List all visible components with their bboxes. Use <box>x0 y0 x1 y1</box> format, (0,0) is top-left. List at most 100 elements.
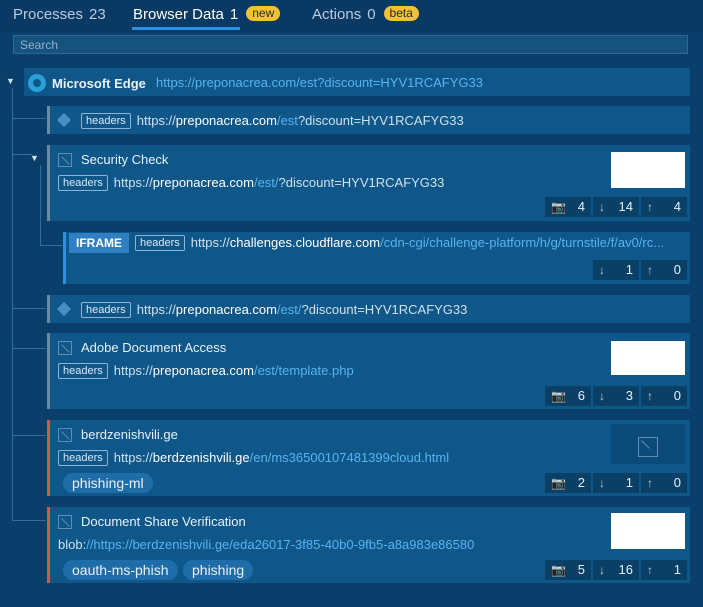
browser-root-row[interactable]: Microsoft Edge https://preponacrea.com/e… <box>24 68 690 96</box>
headers-button[interactable]: headers <box>81 113 131 129</box>
page-title: Document Share Verification <box>58 514 246 529</box>
tree-line <box>12 88 13 520</box>
page-url-row: headers https://preponacrea.com/est/?disc… <box>58 175 444 191</box>
page-node-berdzenishvili[interactable]: berdzenishvili.ge headers https://berdzen… <box>47 420 690 496</box>
collapse-security-check-toggle[interactable]: ▼ <box>30 153 39 163</box>
url-query: ?discount=HYV1RCAFYG33 <box>278 175 445 190</box>
tag-phishing[interactable]: phishing <box>183 560 254 580</box>
browser-root-url[interactable]: https://preponacrea.com/est?discount=HYV… <box>156 75 483 90</box>
downloads-count[interactable]: ↓ 16 <box>593 560 639 580</box>
tag-phishing-ml[interactable]: phishing-ml <box>63 473 153 493</box>
arrow-down-icon: ↓ <box>599 389 605 403</box>
headers-button[interactable]: headers <box>135 235 185 251</box>
active-tab-indicator <box>132 27 240 30</box>
tab-processes-count: 23 <box>89 6 106 23</box>
arrow-down-icon: ↓ <box>599 563 605 577</box>
url-query: ?discount=HYV1RCAFYG33 <box>297 113 464 128</box>
search-input[interactable] <box>13 35 688 54</box>
tab-actions-label: Actions <box>312 6 362 23</box>
page-node-adobe-document-access[interactable]: Adobe Document Access headers https://pre… <box>47 333 690 409</box>
iframe-node[interactable]: IFRAME headers https://challenges.cloudfla… <box>63 232 690 284</box>
downloads-count[interactable]: ↓ 1 <box>593 473 639 493</box>
url-path: /est/ <box>276 302 302 317</box>
edge-browser-icon <box>28 74 46 92</box>
url-host: preponacrea.com <box>175 302 277 317</box>
tab-actions[interactable]: Actions 0 beta <box>312 0 419 30</box>
page-title-text: Adobe Document Access <box>81 340 227 355</box>
page-screenshot-thumbnail[interactable] <box>611 152 685 188</box>
headers-button[interactable]: headers <box>58 450 108 466</box>
tab-bar: Processes 23 Browser Data 1 new Actions 0 bet… <box>0 0 703 32</box>
arrow-up-icon: ↑ <box>647 200 653 214</box>
headers-button[interactable]: headers <box>58 363 108 379</box>
collapse-root-toggle[interactable]: ▼ <box>6 76 15 86</box>
tag-oauth-ms-phish[interactable]: oauth-ms-phish <box>63 560 178 580</box>
tab-processes-label: Processes <box>13 6 84 23</box>
url-scheme: https:// <box>113 363 153 378</box>
browser-root-title: Microsoft Edge <box>28 74 146 92</box>
tree-branch <box>12 348 46 349</box>
tree-branch <box>12 435 46 436</box>
tree-branch <box>12 520 46 521</box>
tab-browser-data-label: Browser Data <box>133 6 224 23</box>
camera-icon: 📷 <box>551 200 566 214</box>
downloads-count[interactable]: ↓ 3 <box>593 386 639 406</box>
request-node[interactable]: headers https://preponacrea.com/est/?disc… <box>47 295 690 323</box>
page-screenshot-thumbnail[interactable] <box>611 513 685 549</box>
arrow-up-icon: ↑ <box>647 563 653 577</box>
no-screenshot-thumbnail <box>611 424 685 464</box>
request-row: headers https://preponacrea.com/est?disco… <box>56 112 464 129</box>
uploads-count[interactable]: ↑ 0 <box>641 473 687 493</box>
page-node-document-share-verification[interactable]: Document Share Verification blob://https… <box>47 507 690 583</box>
page-url-row: headers https://berdzenishvili.ge/en/ms36… <box>58 450 449 466</box>
screenshots-count[interactable]: 📷 6 <box>545 386 591 406</box>
url-query: ?discount=HYV1RCAFYG33 <box>301 302 468 317</box>
browser-name: Microsoft Edge <box>52 76 146 91</box>
camera-icon: 📷 <box>551 563 566 577</box>
url-scheme: https:// <box>113 175 153 190</box>
screenshots-count[interactable]: 📷 2 <box>545 473 591 493</box>
tree-branch <box>12 308 46 309</box>
page-screenshot-thumbnail[interactable] <box>611 341 685 375</box>
url-host: preponacrea.com <box>152 363 254 378</box>
request-node[interactable]: headers https://preponacrea.com/est?disco… <box>47 106 690 134</box>
tree-branch <box>12 154 32 155</box>
url-path: /est/ <box>253 175 279 190</box>
no-screenshot-icon <box>58 341 72 355</box>
arrow-down-icon: ↓ <box>599 476 605 490</box>
new-badge: new <box>246 6 281 21</box>
downloads-count[interactable]: ↓ 1 <box>593 260 639 280</box>
iframe-url-row: IFRAME headers https://challenges.cloudfla… <box>69 233 664 253</box>
url-host: //https://berdzenishvili.ge/eda26017-3f8… <box>86 537 475 552</box>
url-host: preponacrea.com <box>175 113 277 128</box>
page-node-security-check[interactable]: Security Check headers https://preponacre… <box>47 145 690 221</box>
url-scheme: https:// <box>136 302 176 317</box>
downloads-count[interactable]: ↓ 14 <box>593 197 639 217</box>
request-icon <box>56 301 72 317</box>
screenshots-count[interactable]: 📷 5 <box>545 560 591 580</box>
url-host: challenges.cloudflare.com <box>229 235 381 250</box>
uploads-count[interactable]: ↑ 0 <box>641 386 687 406</box>
url-path: /est <box>276 113 298 128</box>
uploads-count[interactable]: ↑ 1 <box>641 560 687 580</box>
page-title: berdzenishvili.ge <box>58 427 178 442</box>
page-title: Security Check <box>58 152 168 167</box>
screenshots-count[interactable]: 📷 4 <box>545 197 591 217</box>
no-screenshot-icon <box>58 515 72 529</box>
page-url-row: blob://https://berdzenishvili.ge/eda2601… <box>58 537 474 552</box>
page-title-text: Security Check <box>81 152 169 167</box>
tab-actions-count: 0 <box>367 6 376 23</box>
beta-badge: beta <box>383 6 419 21</box>
headers-button[interactable]: headers <box>81 302 131 318</box>
tab-processes[interactable]: Processes 23 <box>13 0 106 30</box>
tree-line <box>40 165 41 245</box>
tree-branch <box>40 245 62 246</box>
headers-button[interactable]: headers <box>58 175 108 191</box>
uploads-count[interactable]: ↑ 0 <box>641 260 687 280</box>
uploads-count[interactable]: ↑ 4 <box>641 197 687 217</box>
url-scheme: https:// <box>136 113 176 128</box>
no-image-icon <box>638 437 658 457</box>
camera-icon: 📷 <box>551 476 566 490</box>
url-host: berdzenishvili.ge <box>152 450 250 465</box>
tab-browser-data[interactable]: Browser Data 1 new <box>133 0 281 30</box>
